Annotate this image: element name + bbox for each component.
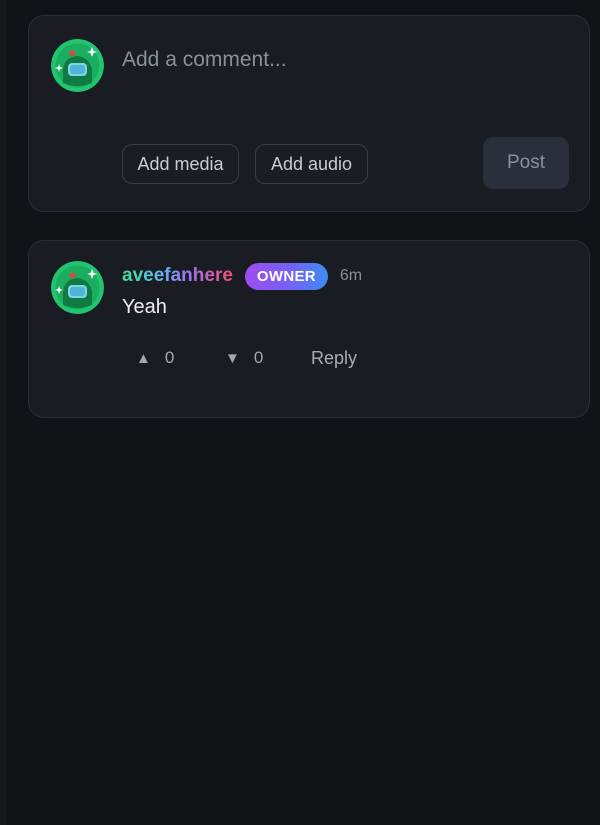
- owner-badge: OWNER: [244, 262, 328, 290]
- avatar-image: [51, 39, 104, 92]
- upvote-arrow-icon: ▲: [136, 349, 151, 367]
- downvote-count: 0: [253, 348, 264, 367]
- add-audio-button[interactable]: Add audio: [255, 144, 368, 184]
- comment-timestamp: 6m: [339, 267, 363, 284]
- downvote-button[interactable]: ▼ 0: [225, 345, 263, 371]
- comment-meta: aveefanhere OWNER 6m: [122, 262, 362, 290]
- upvote-button[interactable]: ▲ 0: [136, 345, 174, 371]
- upvote-count: 0: [164, 348, 175, 367]
- downvote-arrow-icon: ▼: [225, 349, 240, 367]
- page-edge: [0, 0, 6, 825]
- comment-input[interactable]: [122, 45, 562, 75]
- avatar-image: [51, 261, 104, 314]
- comment-text: Yeah: [122, 296, 167, 318]
- comment-composer: Add media Add audio Post: [28, 15, 590, 212]
- post-button[interactable]: Post: [483, 137, 569, 189]
- add-media-button[interactable]: Add media: [122, 144, 239, 184]
- reply-button[interactable]: Reply: [311, 345, 357, 371]
- comment-card: aveefanhere OWNER 6m Yeah ▲ 0 ▼ 0 Reply: [28, 240, 590, 418]
- comment-author-avatar[interactable]: [51, 261, 104, 314]
- comment-username[interactable]: aveefanhere: [122, 265, 233, 287]
- user-avatar[interactable]: [51, 39, 104, 92]
